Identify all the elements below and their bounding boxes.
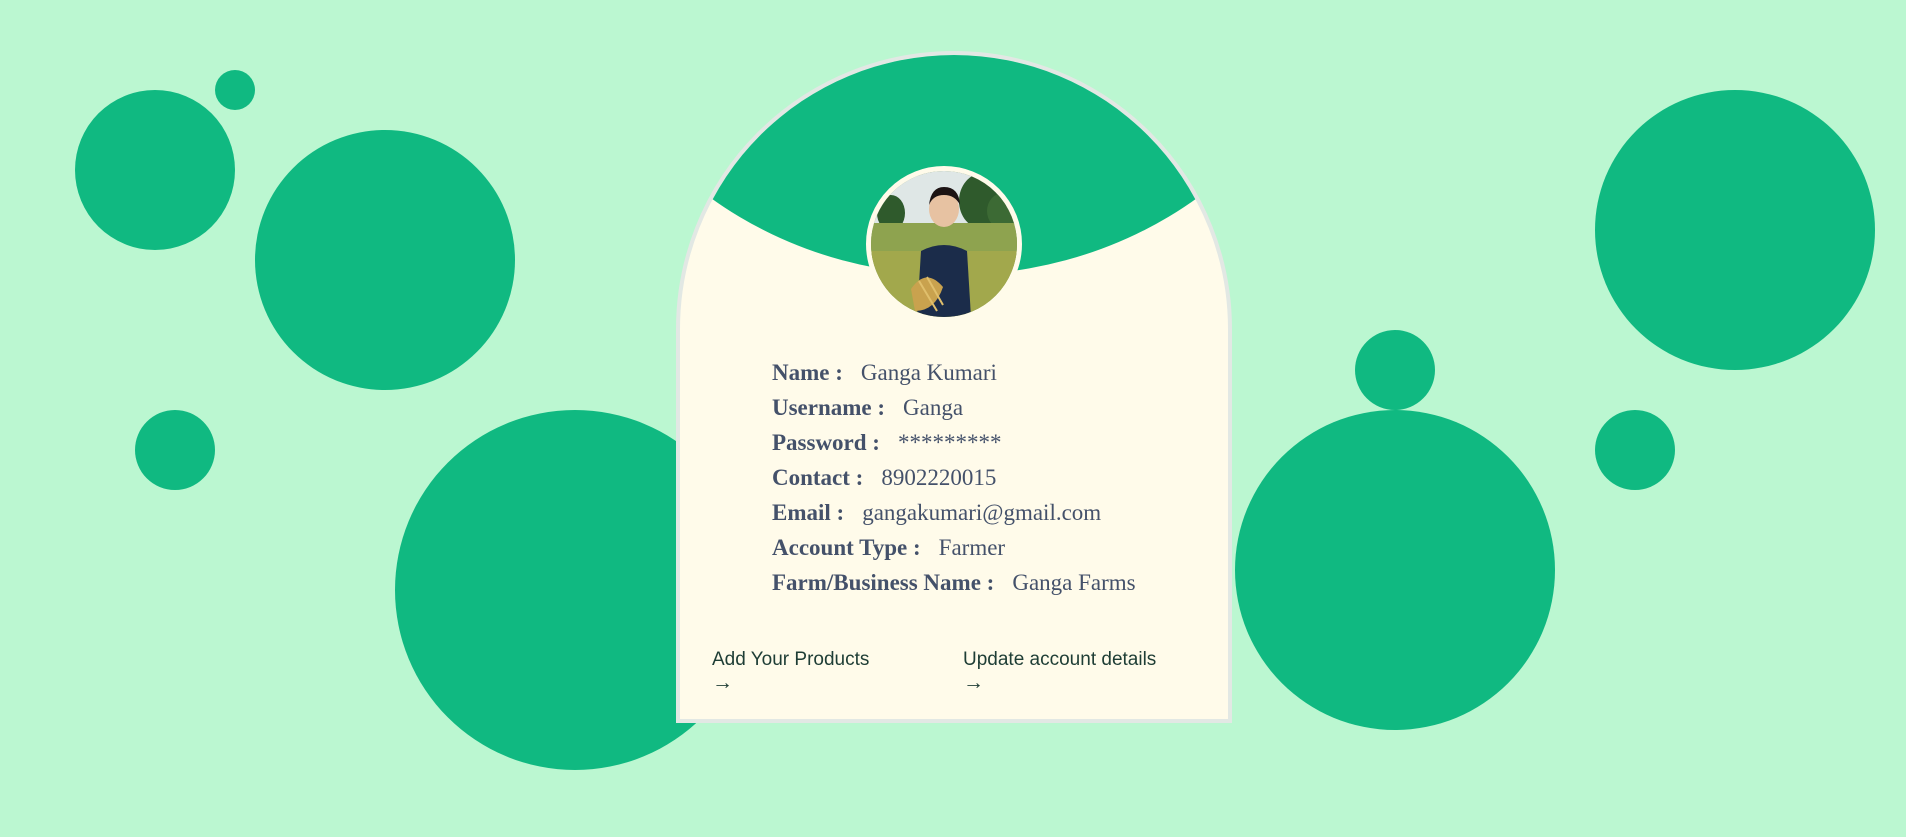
detail-contact: Contact :8902220015 <box>772 465 997 490</box>
detail-name: Name : Ganga Kumari <box>772 360 997 385</box>
decor-circle <box>255 130 515 390</box>
detail-farm-name: Farm/Business Name : Ganga Farms <box>772 570 1136 595</box>
detail-password: Password : ********* <box>772 430 1002 455</box>
decor-circle <box>1235 410 1555 730</box>
decor-circle <box>75 90 235 250</box>
detail-email: Email : gangakumari@gmail.com <box>772 500 1102 525</box>
avatar-photo <box>871 171 1017 317</box>
decor-circle <box>1595 410 1675 490</box>
decor-circle <box>1355 330 1435 410</box>
decor-circle <box>135 410 215 490</box>
add-products-link[interactable]: Add Your Products → <box>712 647 869 694</box>
add-products-label: Add Your Products <box>712 649 870 670</box>
detail-username: Username : Ganga <box>772 395 964 420</box>
update-account-link[interactable]: Update account details → <box>963 647 1156 694</box>
detail-account-type: Account Type : Farmer <box>772 535 1006 560</box>
arrow-right-icon: → <box>963 671 984 694</box>
profile-details: Name : Ganga Kumari Username : Ganga Passw… <box>772 355 1136 600</box>
profile-card: Name : Ganga Kumari Username : Ganga Passw… <box>676 51 1232 723</box>
decor-circle <box>1595 90 1875 370</box>
avatar <box>866 166 1022 322</box>
decor-circle <box>215 70 255 110</box>
arrow-right-icon: → <box>712 671 733 694</box>
update-account-label: Update account details <box>963 649 1157 670</box>
